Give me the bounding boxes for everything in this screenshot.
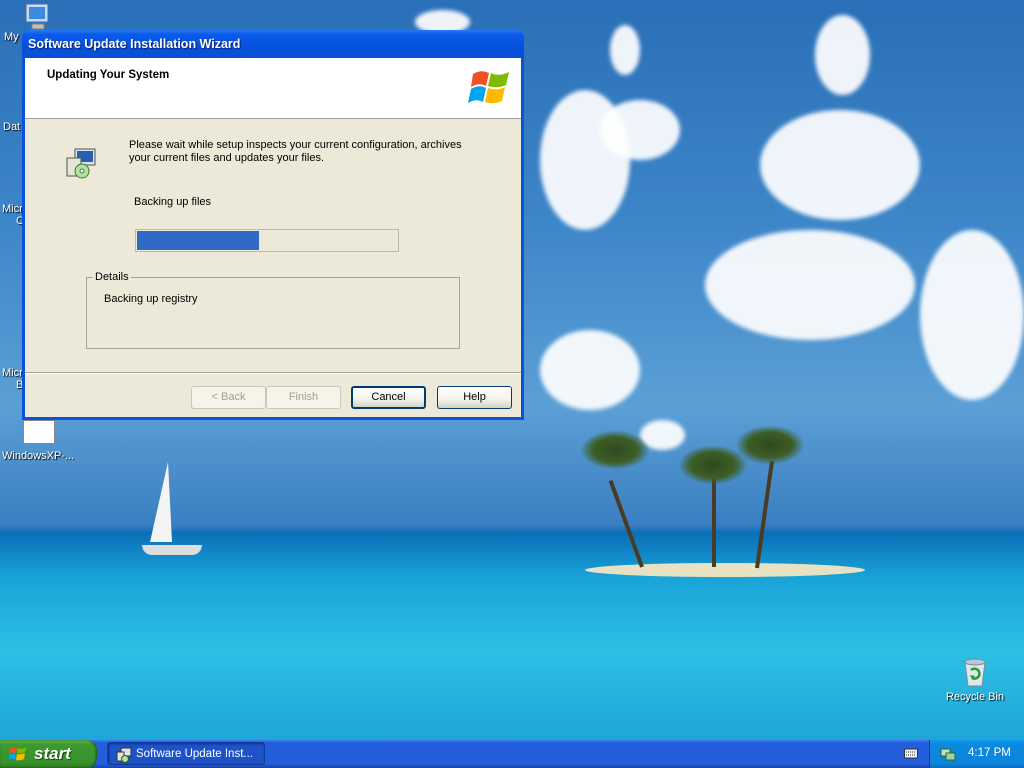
- desktop-icon-recycle-bin[interactable]: Recycle Bin: [944, 656, 1006, 703]
- file-icon: [23, 420, 55, 444]
- desktop-icon-label: Dat: [3, 121, 21, 133]
- start-button[interactable]: start: [0, 740, 97, 768]
- network-icon[interactable]: [940, 746, 956, 762]
- palm-leaves: [735, 425, 805, 465]
- cloud: [600, 100, 680, 160]
- button-divider: [25, 372, 521, 374]
- sailboat-hull: [142, 545, 202, 555]
- finish-button[interactable]: Finish: [266, 386, 341, 409]
- palm-trunk: [755, 460, 775, 569]
- desktop-icon-data[interactable]: Dat: [3, 121, 20, 133]
- setup-installer-icon: [116, 747, 132, 763]
- computer-icon: [25, 3, 49, 30]
- taskbar-item-software-update[interactable]: Software Update Inst...: [107, 742, 265, 765]
- wizard-header: Updating Your System: [25, 58, 521, 119]
- desktop-icon-label: WindowsXP-...: [2, 450, 75, 462]
- details-status-text: Backing up registry: [104, 293, 198, 305]
- software-update-wizard-window[interactable]: Software Update Installation Wizard Upda…: [22, 30, 524, 420]
- details-groupbox-label: Details: [93, 271, 131, 283]
- wizard-header-title: Updating Your System: [47, 69, 170, 81]
- windows-logo-icon: [468, 71, 509, 104]
- window-titlebar[interactable]: Software Update Installation Wizard: [22, 30, 524, 58]
- palm-trunk: [712, 475, 716, 567]
- cloud: [705, 230, 915, 340]
- cancel-button[interactable]: Cancel: [351, 386, 426, 409]
- cloud: [610, 25, 640, 75]
- wizard-body: Updating Your System Please wait while s…: [25, 58, 521, 417]
- taskbar: start Software Update Inst... 4:17 PM: [0, 740, 1024, 768]
- window-title: Software Update Installation Wizard: [28, 37, 241, 51]
- taskbar-clock[interactable]: 4:17 PM: [968, 747, 1011, 759]
- desktop-icon-label: Recycle Bin: [945, 691, 1005, 703]
- windows-flag-icon: [9, 747, 26, 761]
- progress-bar-fill: [137, 231, 259, 250]
- palm-trunk: [608, 479, 644, 568]
- progress-bar: [135, 229, 399, 252]
- taskbar-item-label: Software Update Inst...: [136, 748, 253, 760]
- system-tray: 4:17 PM: [929, 740, 1024, 768]
- sailboat-sail: [150, 462, 172, 542]
- progress-label: Backing up files: [134, 196, 212, 208]
- details-groupbox: [86, 277, 460, 349]
- setup-installer-icon: [66, 148, 96, 179]
- back-button[interactable]: < Back: [191, 386, 266, 409]
- intro-text: Please wait while setup inspects your cu…: [129, 139, 462, 164]
- start-label: start: [34, 744, 71, 763]
- keyboard-icon[interactable]: [904, 747, 918, 759]
- palm-leaves: [580, 430, 650, 470]
- cloud: [815, 15, 870, 95]
- help-button[interactable]: Help: [437, 386, 512, 409]
- cloud: [920, 230, 1024, 400]
- recycle-bin-icon: [964, 658, 986, 687]
- cloud: [540, 330, 640, 410]
- island: [585, 563, 865, 577]
- desktop-icon-windowsxp-file[interactable]: WindowsXP-...: [2, 420, 74, 462]
- cloud: [760, 110, 920, 220]
